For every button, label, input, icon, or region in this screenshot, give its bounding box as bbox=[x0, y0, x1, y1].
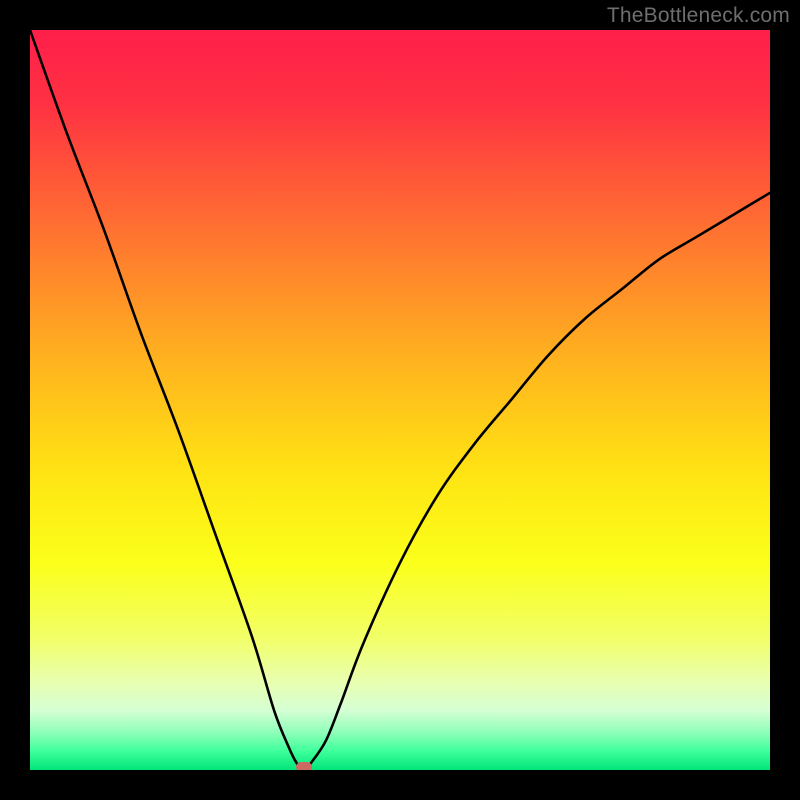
chart-frame: TheBottleneck.com bbox=[0, 0, 800, 800]
minimum-marker bbox=[296, 762, 312, 770]
watermark-text: TheBottleneck.com bbox=[607, 4, 790, 28]
bottleneck-curve bbox=[30, 30, 770, 770]
plot-area bbox=[30, 30, 770, 770]
curve-layer bbox=[30, 30, 770, 770]
